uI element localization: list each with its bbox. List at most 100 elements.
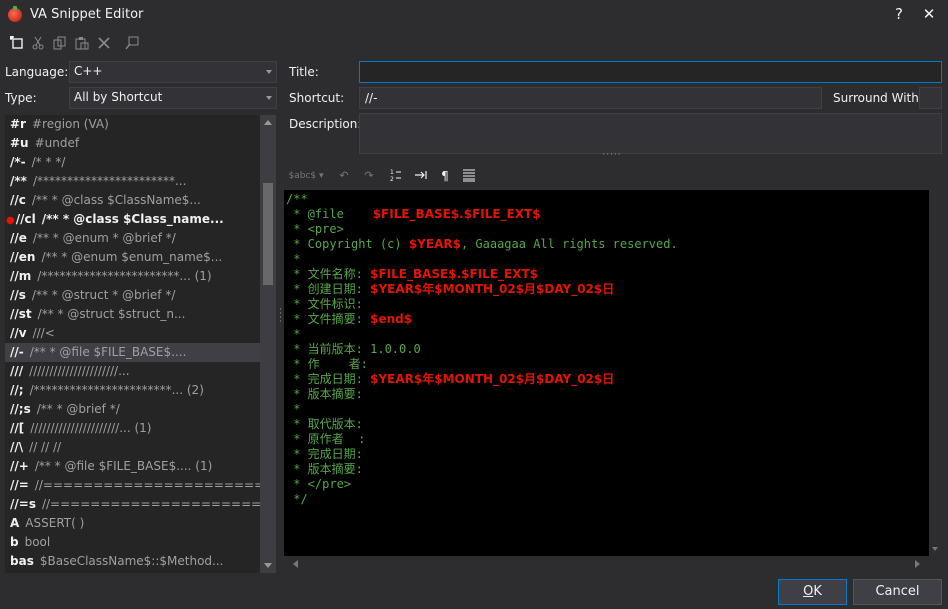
- help-button[interactable]: ?: [887, 3, 911, 25]
- code-line: * 文件摘要: $end$: [286, 312, 929, 327]
- tab-icon[interactable]: [413, 168, 429, 184]
- code-line: * Copyright (c) $YEAR$, Gaaagaa All righ…: [286, 237, 929, 252]
- snippet-row[interactable]: //en /** * @enum $enum_name$...: [5, 248, 260, 267]
- code-text: *: [286, 327, 301, 341]
- snippet-shortcut: //c: [10, 193, 26, 207]
- code-text: *: [286, 252, 301, 266]
- snippet-row[interactable]: bas $BaseClassName$::$Method...: [5, 552, 260, 571]
- code-line: *: [286, 402, 929, 417]
- snippet-row[interactable]: //- /** * @file $FILE_BASE$....: [5, 343, 260, 362]
- language-select[interactable]: C++: [69, 61, 277, 83]
- editor-vertical-scrollbar[interactable]: [929, 190, 942, 556]
- snippet-row[interactable]: //m /***********************... (1): [5, 267, 260, 286]
- snippet-shortcut: //\: [10, 440, 24, 454]
- scroll-right-icon[interactable]: [915, 560, 924, 568]
- scroll-down-icon[interactable]: [932, 547, 938, 551]
- vertical-splitter-grip[interactable]: · · · ·: [279, 306, 282, 327]
- delete-icon[interactable]: [96, 36, 112, 52]
- snippet-row[interactable]: A ASSERT( ): [5, 514, 260, 533]
- new-snippet-icon[interactable]: [9, 36, 25, 52]
- scroll-down-icon[interactable]: [264, 563, 272, 568]
- snippet-row[interactable]: //; /***********************... (2): [5, 381, 260, 400]
- snippet-row[interactable]: //= //======================...: [5, 476, 260, 495]
- tomato-app-icon: [8, 6, 22, 22]
- code-text: * 作 者:: [286, 357, 368, 371]
- find-icon[interactable]: [124, 36, 140, 52]
- snippet-shortcut: #r: [10, 117, 26, 131]
- snippet-shortcut: /**: [10, 174, 27, 188]
- snippet-title: /** * @file $FILE_BASE$....: [29, 345, 187, 359]
- snippet-row[interactable]: //c /** * @class $ClassName$...: [5, 191, 260, 210]
- window-title: VA Snippet Editor: [30, 7, 144, 22]
- code-text: * 文件摘要:: [286, 312, 371, 326]
- code-text: * 版本摘要:: [286, 462, 363, 476]
- title-bar: VA Snippet Editor ? ✕: [0, 0, 948, 30]
- snippet-row[interactable]: b bool: [5, 533, 260, 552]
- snippet-row[interactable]: //=s //======================...: [5, 495, 260, 514]
- snippet-title: /** * @brief */: [36, 402, 120, 416]
- snippet-row[interactable]: //+ /** * @file $FILE_BASE$.... (1): [5, 457, 260, 476]
- snippet-row[interactable]: //\ // // //: [5, 438, 260, 457]
- code-line: * 完成日期:: [286, 447, 929, 462]
- shortcut-input[interactable]: //-: [359, 87, 822, 109]
- code-text: * 当前版本: 1.0.0.0: [286, 342, 421, 356]
- code-line: * 完成日期: $YEAR$年$MONTH_02$月$DAY_02$日: [286, 372, 929, 387]
- shortcut-label: Shortcut:: [289, 91, 345, 105]
- scroll-left-icon[interactable]: [289, 560, 298, 568]
- paragraph-icon[interactable]: ¶: [437, 168, 453, 184]
- snippet-row[interactable]: ●//cl /** * @class $Class_name...: [5, 210, 260, 229]
- snippet-shortcut: //;: [10, 383, 24, 397]
- snippet-title: /* * */: [31, 155, 66, 169]
- paste-icon[interactable]: [74, 36, 90, 52]
- snippet-shortcut: #u: [10, 136, 29, 150]
- horizontal-splitter-grip[interactable]: ·····: [602, 151, 622, 160]
- snippet-row[interactable]: /** /***********************...: [5, 172, 260, 191]
- redo-icon[interactable]: ↷: [361, 168, 377, 184]
- code-text: * 原作者 :: [286, 432, 366, 446]
- snippet-shortcut: //-: [10, 345, 24, 359]
- cancel-button[interactable]: Cancel: [853, 579, 942, 605]
- undo-icon[interactable]: ↶: [336, 168, 352, 184]
- ok-button[interactable]: OK: [778, 579, 847, 605]
- code-line: * 文件名称: $FILE_BASE$.$FILE_EXT$: [286, 267, 929, 282]
- snippet-row[interactable]: #r #region (VA): [5, 115, 260, 134]
- copy-icon[interactable]: [52, 36, 68, 52]
- code-text: */: [286, 492, 308, 506]
- editor-horizontal-scrollbar[interactable]: [284, 556, 929, 573]
- snippet-row[interactable]: //[//////////////////////... (1): [5, 419, 260, 438]
- insert-variable-icon[interactable]: $abc$ ▾: [288, 168, 324, 184]
- snippet-shortcut: A: [10, 516, 20, 530]
- code-text: * 完成日期:: [286, 372, 371, 386]
- snippet-row[interactable]: #u #undef: [5, 134, 260, 153]
- snippet-list[interactable]: #r #region (VA) #u #undef /*- /* * */ /** /****…: [5, 115, 260, 573]
- modified-dot-icon: ●: [6, 215, 15, 226]
- scroll-up-icon[interactable]: [264, 120, 272, 125]
- snippet-row[interactable]: //s /** * @struct * @brief */: [5, 286, 260, 305]
- title-label: Title:: [289, 65, 319, 79]
- code-line: /**: [286, 192, 929, 207]
- snippet-row[interactable]: //;s /** * @brief */: [5, 400, 260, 419]
- code-text: * </pre>: [286, 477, 352, 491]
- language-label: Language:: [5, 65, 69, 79]
- code-editor[interactable]: /** * @file $FILE_BASE$.$FILE_EXT$ * <pr…: [284, 190, 929, 556]
- code-text: *: [286, 402, 301, 416]
- snippet-row[interactable]: //st /** * @struct $struct_n...: [5, 305, 260, 324]
- title-input[interactable]: [359, 61, 942, 83]
- line-numbers-icon[interactable]: 12: [388, 168, 404, 184]
- snippet-list-scrollbar[interactable]: [260, 115, 276, 573]
- type-select[interactable]: All by Shortcut: [69, 87, 277, 109]
- scrollbar-thumb[interactable]: [263, 183, 273, 285]
- snippet-row[interactable]: /*- /* * */: [5, 153, 260, 172]
- surround-with-checkbox[interactable]: [919, 87, 942, 109]
- snippet-row[interactable]: /// //////////////////////...: [5, 362, 260, 381]
- snippet-title: ASSERT( ): [25, 516, 85, 530]
- snippet-title: #undef: [34, 136, 80, 150]
- snippet-title: #region (VA): [31, 117, 109, 131]
- snippet-title: /** * @class $Class_name...: [41, 212, 224, 226]
- close-button[interactable]: ✕: [917, 3, 941, 25]
- description-input[interactable]: [359, 113, 942, 154]
- snippet-row[interactable]: //v ///<: [5, 324, 260, 343]
- cut-icon[interactable]: [30, 36, 46, 52]
- snippet-row[interactable]: //e /** * @enum * @brief */: [5, 229, 260, 248]
- wrap-icon[interactable]: [461, 168, 477, 184]
